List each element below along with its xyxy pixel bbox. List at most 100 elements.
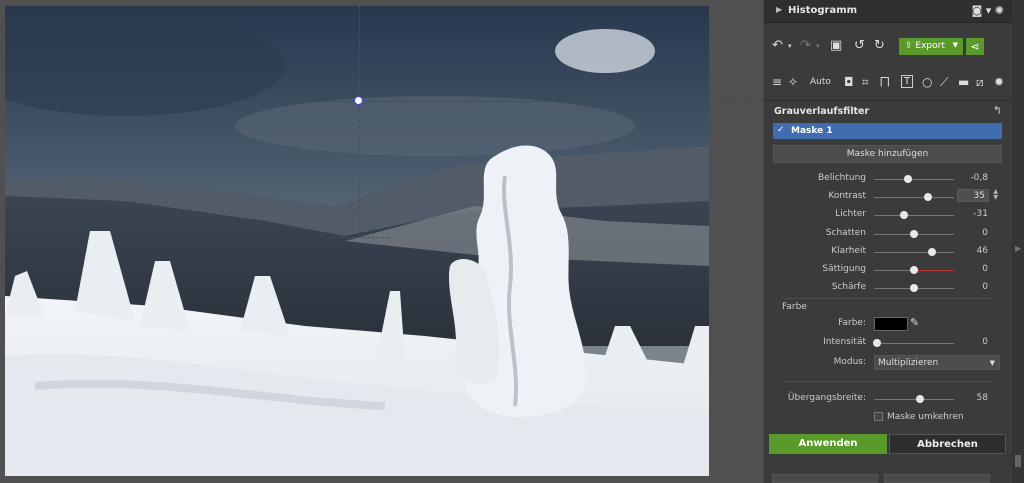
back-arrow-icon[interactable]: ↰ <box>993 104 1002 117</box>
right-panel: ▶ Histogramm ◙ ▾ ✺ ↶ ▾ ↷ ▾ ▣ ↺ ↻ ⇪ Expor… <box>764 0 1012 483</box>
color-swatch[interactable] <box>874 317 908 331</box>
scroll-arrow-icon[interactable]: ▶ <box>1015 244 1021 253</box>
chevron-down-icon: ▼ <box>989 359 995 367</box>
paste-button[interactable] <box>884 474 990 483</box>
gradient-guide-line-vertical[interactable] <box>359 0 360 238</box>
slider-label: Schärfe <box>831 282 866 293</box>
mask-item[interactable]: ✓ Maske 1 <box>773 123 1002 139</box>
slider-value: -0,8 <box>970 173 988 183</box>
intensity-knob[interactable] <box>873 339 881 347</box>
share-button[interactable]: ⋖ <box>966 38 984 55</box>
blend-mode-value: Multiplizieren <box>878 358 939 368</box>
camera-icon[interactable]: ◘ <box>844 75 854 89</box>
add-mask-button[interactable]: Maske hinzufügen <box>773 145 1002 163</box>
export-dropdown-icon[interactable]: ▼ <box>953 41 958 49</box>
rotate-left-icon[interactable]: ↺ <box>854 38 865 53</box>
slider-track[interactable] <box>874 251 954 253</box>
slider-row[interactable]: Schärfe 0 <box>764 280 1012 296</box>
panel-scrollbar[interactable]: ▶ <box>1012 0 1024 483</box>
slider-row[interactable]: Schatten 0 <box>764 226 1012 242</box>
ruler-icon[interactable]: ⧄ <box>976 75 984 90</box>
scrollbar-thumb[interactable] <box>1015 455 1021 467</box>
share-icon: ⋖ <box>970 40 980 53</box>
transition-width-slider[interactable]: Übergangsbreite: 58 <box>764 391 1012 407</box>
eraser-icon[interactable]: ▬ <box>958 75 969 89</box>
cancel-button[interactable]: Abbrechen <box>889 434 1006 454</box>
intensity-slider[interactable]: Intensität 0 <box>764 335 1012 351</box>
slider-knob[interactable] <box>927 247 936 256</box>
slider-knob[interactable] <box>924 193 933 202</box>
mode-row: Modus: Multiplizieren ▼ <box>764 355 1012 371</box>
radial-filter-icon[interactable]: ○ <box>922 75 932 89</box>
brush-icon[interactable]: ⟋ <box>940 75 948 90</box>
histogram-header[interactable]: ▶ Histogramm ◙ ▾ ✺ <box>764 0 1012 23</box>
undo-dropdown-icon[interactable]: ▾ <box>788 42 792 50</box>
edit-toolbar: ↶ ▾ ↷ ▾ ▣ ↺ ↻ ⇪ Export ▼ ⋖ <box>764 34 1012 60</box>
slider-label: Schatten <box>825 227 866 238</box>
apply-button[interactable]: Anwenden <box>769 434 887 454</box>
compare-image-icon[interactable]: ▣ <box>830 38 842 53</box>
magic-wand-icon[interactable]: ✧ <box>788 75 798 89</box>
slider-label: Belichtung <box>817 173 866 183</box>
slider-knob[interactable] <box>910 229 918 238</box>
blend-mode-select[interactable]: Multiplizieren ▼ <box>874 355 1000 370</box>
tools-bar: ≡ ✧ Auto ◘ ⌗ ⨅ T ○ ⟋ ▬ ⧄ ✹ <box>764 72 1012 94</box>
slider-row[interactable]: Belichtung -0,8 <box>764 171 1012 187</box>
gradient-filter-header: Grauverlaufsfilter ↰ <box>764 100 1012 121</box>
slider-track[interactable] <box>874 215 954 217</box>
undo-icon[interactable]: ↶ <box>772 38 783 53</box>
section-divider <box>784 298 994 299</box>
transition-knob[interactable] <box>916 395 924 403</box>
transition-value: 58 <box>976 393 988 403</box>
adjustments-icon[interactable]: ≡ <box>772 75 782 89</box>
auto-button[interactable]: Auto <box>810 77 831 87</box>
photo-snowy-landscape[interactable] <box>5 6 709 476</box>
color-label: Farbe: <box>838 318 866 328</box>
slider-track[interactable] <box>874 197 954 199</box>
slider-label: Lichter <box>835 209 866 220</box>
slider-track[interactable] <box>874 179 954 180</box>
settings-gear-icon[interactable]: ✹ <box>994 75 1004 89</box>
crop-icon[interactable]: ⌗ <box>862 75 869 90</box>
perspective-icon[interactable]: ⨅ <box>880 75 890 90</box>
mask-label: Maske 1 <box>791 126 833 136</box>
slider-label: Sättigung <box>822 264 866 274</box>
image-viewer[interactable] <box>0 0 762 483</box>
transition-track[interactable] <box>874 399 954 400</box>
slider-value: -31 <box>973 209 988 220</box>
eyedropper-icon[interactable]: ✎ <box>910 316 919 329</box>
filter-title: Grauverlaufsfilter <box>774 106 870 117</box>
intensity-track[interactable] <box>874 343 954 344</box>
slider-knob[interactable] <box>899 211 908 220</box>
export-icon: ⇪ <box>905 41 916 51</box>
transition-label: Übergangsbreite: <box>787 393 866 403</box>
invert-mask-label: Maske umkehren <box>887 412 964 422</box>
slider-row[interactable]: Klarheit 46 <box>764 244 1012 260</box>
slider-value-input[interactable]: 35 <box>957 189 989 203</box>
export-label: Export <box>915 41 945 51</box>
slider-row[interactable]: Sättigung 0 <box>764 262 1012 278</box>
gradient-center-handle[interactable] <box>354 96 363 105</box>
spinner-icon[interactable]: ▲ ▼ <box>993 189 998 201</box>
slider-value: 0 <box>982 264 988 274</box>
invert-mask-checkbox[interactable] <box>874 412 883 421</box>
histogram-options-icon[interactable]: ◙ ▾ ✺ <box>972 4 1004 17</box>
copy-button[interactable] <box>772 474 878 483</box>
gradient-filter-icon[interactable]: T <box>901 75 914 88</box>
redo-dropdown-icon[interactable]: ▾ <box>816 42 820 50</box>
invert-mask-row[interactable]: Maske umkehren <box>764 411 1012 425</box>
slider-value: 0 <box>982 282 988 293</box>
slider-knob[interactable] <box>910 284 918 293</box>
redo-icon[interactable]: ↷ <box>800 38 811 53</box>
slider-knob[interactable] <box>903 175 912 183</box>
rotate-right-icon[interactable]: ↻ <box>874 38 885 53</box>
export-button[interactable]: ⇪ Export ▼ <box>899 38 963 55</box>
slider-row[interactable]: Kontrast 35 ▲ ▼ <box>764 189 1012 205</box>
gradient-guide-line-horizontal[interactable] <box>0 101 762 102</box>
gradient-guide-end-line[interactable] <box>330 237 390 238</box>
mask-checkbox-icon[interactable]: ✓ <box>777 125 785 135</box>
intensity-value: 0 <box>982 337 988 347</box>
slider-label: Kontrast <box>828 191 866 202</box>
slider-knob[interactable] <box>910 266 918 274</box>
slider-row[interactable]: Lichter -31 <box>764 207 1012 223</box>
